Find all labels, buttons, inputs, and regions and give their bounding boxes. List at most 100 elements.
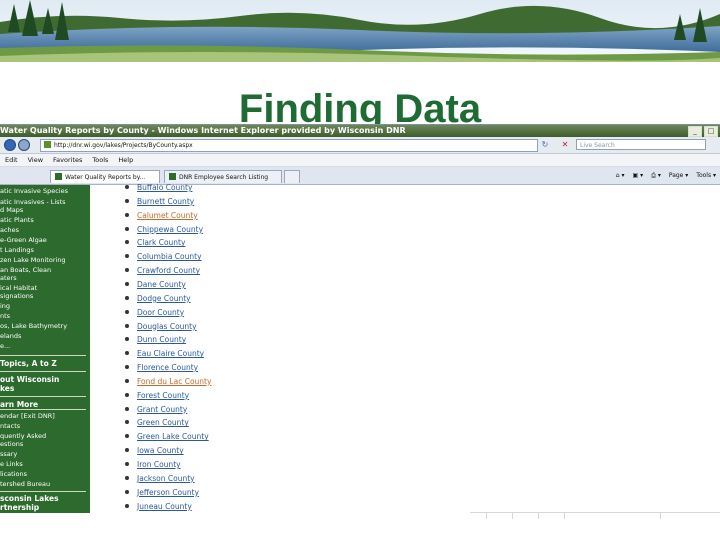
sidebar-item[interactable]: t Landings: [0, 246, 34, 254]
sidebar-item[interactable]: lications: [0, 470, 27, 478]
sidebar-item[interactable]: elands: [0, 332, 21, 340]
sidebar-item[interactable]: an Boats, Clean: [0, 266, 51, 274]
bullet-icon: [125, 198, 129, 203]
county-link[interactable]: Clark County: [137, 238, 185, 247]
status-divider: [512, 513, 513, 519]
sidebar-item[interactable]: ssary: [0, 450, 17, 458]
lake-landscape-image: [0, 0, 720, 62]
sidebar-heading-partnership[interactable]: sconsin Lakes: [0, 494, 59, 503]
county-link[interactable]: Douglas County: [137, 322, 197, 331]
feeds-icon[interactable]: ▣ ▾: [633, 171, 644, 181]
maximize-button[interactable]: □: [704, 126, 718, 137]
sidebar-item[interactable]: signations: [0, 292, 33, 300]
sidebar-item[interactable]: ical Habitat: [0, 284, 37, 292]
county-link[interactable]: Florence County: [137, 363, 198, 372]
list-item: Grant County: [125, 404, 187, 416]
menu-view[interactable]: View: [23, 154, 48, 166]
county-link[interactable]: Forest County: [137, 391, 189, 400]
minimize-button[interactable]: _: [688, 126, 702, 137]
county-link[interactable]: Iron County: [137, 460, 181, 469]
bullet-icon: [125, 406, 129, 411]
sidebar-nav: atic Invasive Species atic Invasives - L…: [0, 185, 90, 513]
list-item: Jackson County: [125, 473, 195, 485]
sidebar-divider: [0, 491, 86, 492]
sidebar-heading-partnership-cont[interactable]: rtnership: [0, 503, 39, 512]
tab-label: DNR Employee Search Listing: [179, 174, 269, 181]
county-link[interactable]: Eau Claire County: [137, 349, 204, 358]
bullet-icon: [125, 295, 129, 300]
county-link[interactable]: Green Lake County: [137, 432, 209, 441]
county-link[interactable]: Green County: [137, 418, 189, 427]
page-menu-label: Page: [668, 172, 684, 179]
county-link[interactable]: Jefferson County: [137, 488, 199, 497]
sidebar-item[interactable]: ntacts: [0, 422, 20, 430]
list-item: Burnett County: [125, 196, 194, 208]
bullet-icon: [125, 323, 129, 328]
list-item: Green County: [125, 417, 189, 429]
forward-arrow-icon[interactable]: [18, 139, 30, 151]
county-link[interactable]: Jackson County: [137, 474, 195, 483]
county-link[interactable]: Burnett County: [137, 197, 194, 206]
sidebar-heading-topics[interactable]: Topics, A to Z: [0, 359, 57, 368]
list-item: Dodge County: [125, 293, 191, 305]
county-link[interactable]: Buffalo County: [137, 183, 192, 192]
sidebar-item[interactable]: e...: [0, 342, 10, 350]
sidebar-item[interactable]: endar [Exit DNR]: [0, 412, 55, 420]
sidebar-item[interactable]: d Maps: [0, 206, 23, 214]
county-link[interactable]: Dodge County: [137, 294, 191, 303]
menu-favorites[interactable]: Favorites: [48, 154, 87, 166]
sidebar-item[interactable]: estions: [0, 440, 23, 448]
county-link[interactable]: Juneau County: [137, 502, 192, 511]
window-controls: _ □: [688, 126, 718, 137]
county-link[interactable]: Columbia County: [137, 252, 202, 261]
stop-icon[interactable]: ✕: [560, 140, 570, 150]
menu-help[interactable]: Help: [113, 154, 138, 166]
sidebar-item[interactable]: atic Plants: [0, 216, 34, 224]
menu-tools[interactable]: Tools: [87, 154, 113, 166]
sidebar-item[interactable]: zen Lake Monitoring: [0, 256, 66, 264]
address-url: http://dnr.wi.gov/lakes/Projects/ByCount…: [54, 142, 193, 149]
status-divider: [564, 513, 565, 519]
tools-menu[interactable]: Tools ▾: [696, 171, 716, 181]
sidebar-heading-about[interactable]: out Wisconsin: [0, 375, 59, 384]
county-link[interactable]: Fond du Lac County: [137, 377, 211, 386]
county-link[interactable]: Chippewa County: [137, 225, 203, 234]
county-link[interactable]: Calumet County: [137, 211, 198, 220]
sidebar-item[interactable]: nts: [0, 312, 10, 320]
sidebar-item[interactable]: aches: [0, 226, 19, 234]
county-link[interactable]: Door County: [137, 308, 184, 317]
sidebar-item[interactable]: quently Asked: [0, 432, 46, 440]
bullet-icon: [125, 351, 129, 356]
home-icon[interactable]: ⌂ ▾: [616, 171, 625, 181]
tab-label: Water Quality Reports by...: [65, 174, 146, 181]
list-item: Jefferson County: [125, 487, 199, 499]
back-arrow-icon[interactable]: [4, 139, 16, 151]
print-icon[interactable]: ⎙ ▾: [651, 171, 661, 181]
county-link[interactable]: Iowa County: [137, 446, 184, 455]
sidebar-item[interactable]: e Links: [0, 460, 23, 468]
page-menu[interactable]: Page ▾: [669, 171, 688, 181]
live-search-input[interactable]: Live Search: [576, 139, 706, 150]
sidebar-item[interactable]: atic Invasives - Lists: [0, 198, 66, 206]
sidebar-item[interactable]: tershed Bureau: [0, 480, 50, 488]
sidebar-heading-learn-more: arn More: [0, 400, 39, 409]
menu-edit[interactable]: Edit: [0, 154, 23, 166]
county-link[interactable]: Dane County: [137, 280, 186, 289]
sidebar-heading-about-cont[interactable]: kes: [0, 384, 14, 393]
tools-menu-label: Tools: [696, 172, 712, 179]
refresh-icon[interactable]: ↻: [540, 140, 550, 150]
sidebar-item[interactable]: os, Lake Bathymetry: [0, 322, 67, 330]
list-item: Dane County: [125, 279, 186, 291]
bullet-icon: [125, 337, 129, 342]
county-link[interactable]: Dunn County: [137, 335, 186, 344]
county-link[interactable]: Grant County: [137, 405, 187, 414]
new-tab-button[interactable]: [284, 170, 300, 183]
address-toolbar: http://dnr.wi.gov/lakes/Projects/ByCount…: [0, 137, 720, 154]
county-link[interactable]: Crawford County: [137, 266, 200, 275]
address-bar[interactable]: http://dnr.wi.gov/lakes/Projects/ByCount…: [40, 139, 538, 152]
sidebar-item[interactable]: ing: [0, 302, 10, 310]
sidebar-item[interactable]: e-Green Algae: [0, 236, 47, 244]
sidebar-item[interactable]: atic Invasive Species: [0, 187, 68, 195]
sidebar-item[interactable]: aters: [0, 274, 17, 282]
tab-bar: Water Quality Reports by... DNR Employee…: [0, 167, 720, 185]
